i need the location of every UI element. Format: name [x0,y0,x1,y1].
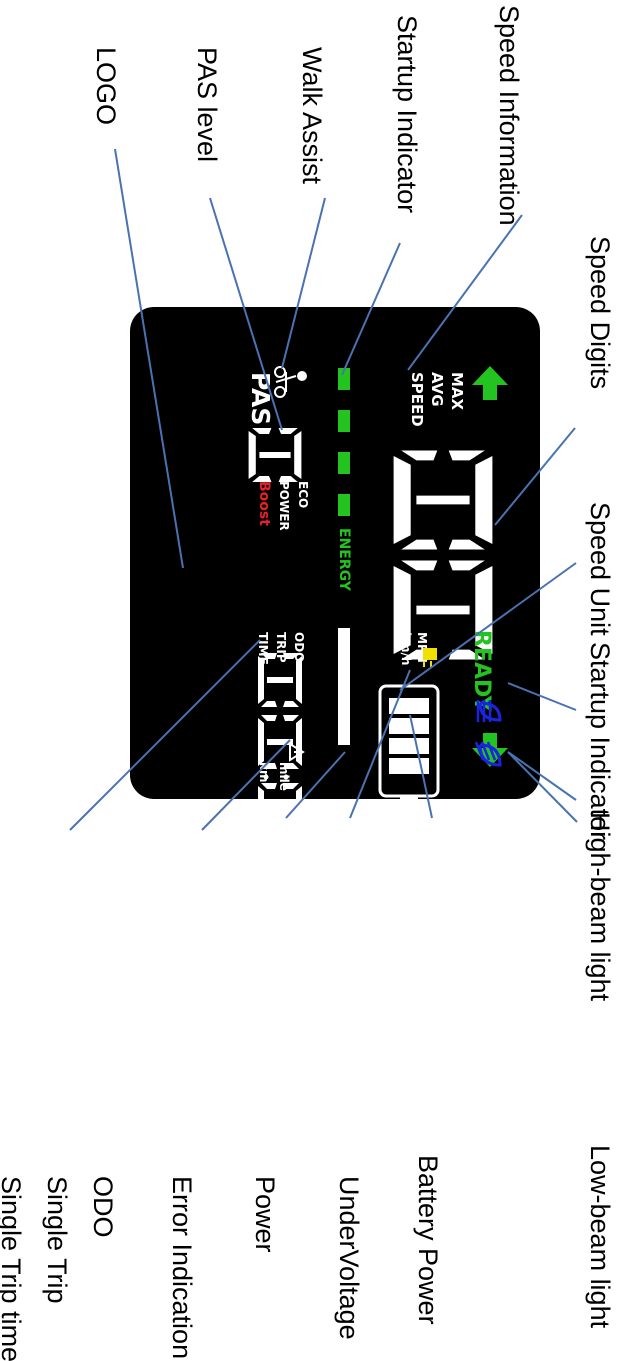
energy-bar-2 [338,410,350,432]
battery-segment-3 [389,738,429,754]
callout-walk-assist: Walk Assist [297,47,327,185]
callout-speed-digits: Speed Digits [585,236,615,389]
lcd-mile-label: mile [277,762,291,791]
lcd-kmh-label: km/h [399,632,413,665]
callout-startup-indicator-top: Startup Indicator [392,15,422,213]
lcd-speed-label: SPEED [408,372,426,427]
callout-error-indication: Error Indication [167,1176,197,1359]
callout-startup-indicator-right: Startup Indicator [585,642,615,840]
odo-digit-5 [258,907,302,961]
lcd-eco-label: ECO [296,481,310,508]
callout-speed-unit: Speed Unit [585,502,615,636]
battery-segment-2 [389,718,429,734]
callout-logo: LOGO [91,47,121,125]
odo-digit-6 [258,969,302,1023]
energy-bar-3 [338,452,350,474]
callout-undervoltage: UnderVoltage [334,1176,364,1340]
callout-high-beam: High-beam light [585,812,615,1002]
callout-power: Power [250,1176,280,1253]
power-bar [338,628,350,745]
lcd-energy-label: ENERGY [336,528,352,592]
callout-low-beam: Low-beam light [585,1145,615,1329]
decimal-point [253,899,259,905]
callout-pas-level: PAS level [192,47,222,162]
lcd-power-label: POWER [277,481,291,531]
lcd-display-diagram: MAX AVG SPEED MPH km/h READY ENERGY PAS [0,5,615,1361]
energy-bar-4 [338,494,350,516]
callout-battery-power: Battery Power [413,1155,443,1325]
odo-digit-4 [258,845,302,899]
callout-single-trip-time: Single Trip time [0,1176,26,1361]
lcd-avg-label: AVG [428,372,446,407]
lcd-max-label: MAX [448,372,466,411]
callout-odo: ODO [88,1176,118,1238]
lcd-pas-label: PAS [246,372,275,425]
lcd-boost-label: Boost [256,481,272,526]
callout-single-trip: Single Trip [42,1176,72,1304]
callout-speed-information: Speed Information [494,5,524,226]
